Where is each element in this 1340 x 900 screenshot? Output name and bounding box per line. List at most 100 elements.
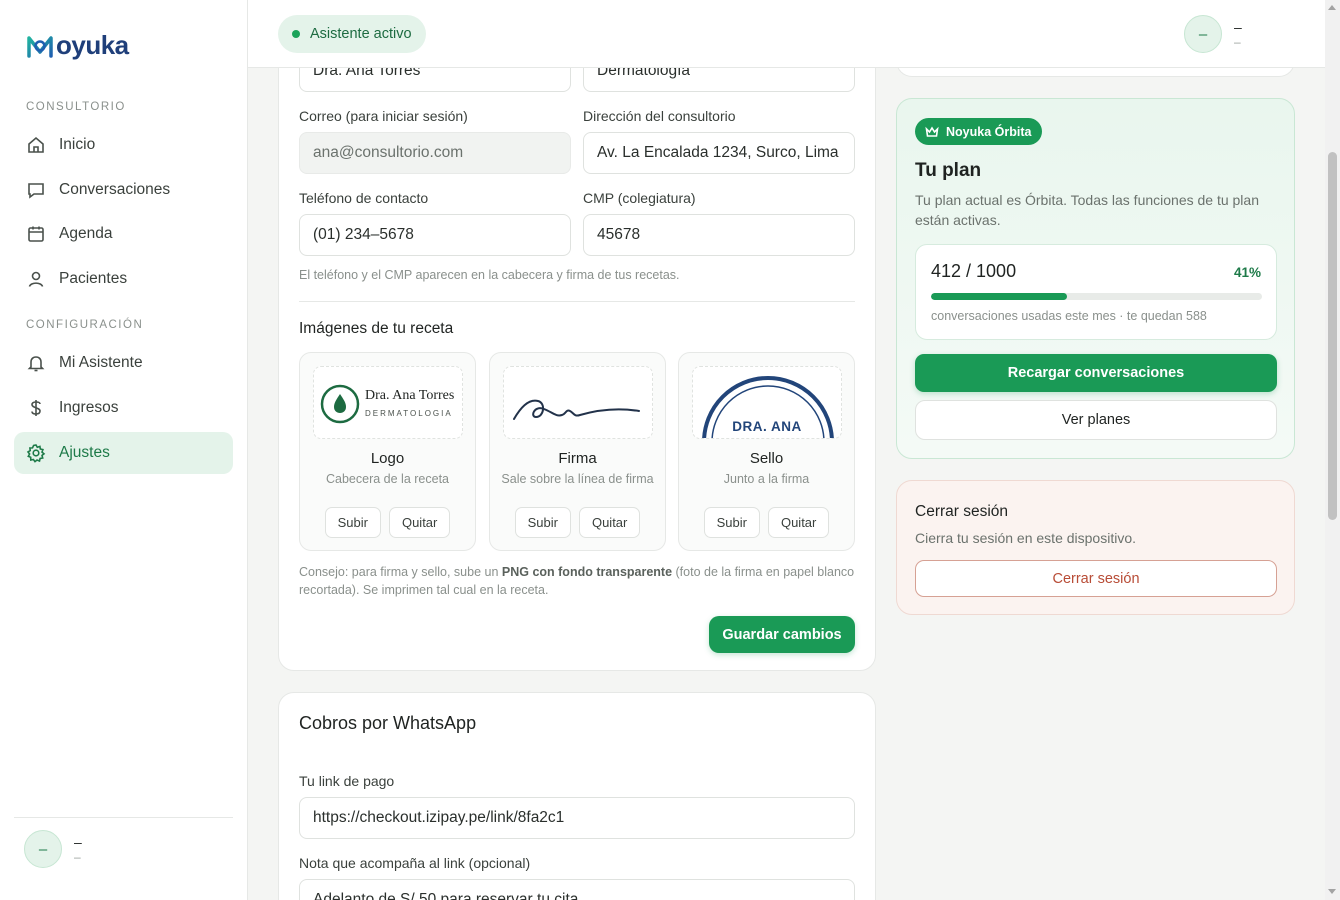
address-label: Dirección del consultorio [583, 108, 736, 124]
image-card-sello: DRA. ANA Sello Junto a la firma Subir Qu… [678, 352, 855, 551]
remove-stamp-button[interactable]: Quitar [767, 507, 830, 538]
assistant-status-badge[interactable]: Asistente activo [278, 15, 426, 53]
image-subtitle: Sale sobre la línea de firma [501, 472, 654, 486]
logout-description: Cierra tu sesión en este dispositivo. [915, 530, 1136, 546]
logo-preview-name: Dra. Ana Torres [365, 388, 455, 403]
sidebar-item-conversaciones[interactable]: Conversaciones [14, 169, 233, 211]
sidebar-item-ingresos[interactable]: Ingresos [14, 387, 233, 429]
save-changes-button[interactable]: Guardar cambios [709, 616, 855, 653]
avatar[interactable]: – [1184, 15, 1222, 53]
user-icon [28, 271, 44, 287]
stamp-preview: DRA. ANA [692, 366, 842, 439]
scroll-down-icon[interactable] [1328, 889, 1336, 894]
image-card-logo: Dra. Ana Torres DERMATOLOGIA Logo Cabece… [299, 352, 476, 551]
sidebar-user[interactable]: – – – [24, 830, 82, 868]
cmp-field[interactable]: 45678 [583, 214, 855, 256]
sidebar-item-pacientes[interactable]: Pacientes [14, 258, 233, 300]
sidebar-item-ajustes[interactable]: Ajustes [14, 432, 233, 474]
remove-logo-button[interactable]: Quitar [388, 507, 451, 538]
usage-progress-bar [931, 293, 1262, 300]
sidebar: oyuka CONSULTORIO Inicio Conversaciones … [0, 0, 248, 900]
scroll-up-icon[interactable] [1328, 5, 1336, 10]
whatsapp-title: Cobros por WhatsApp [299, 713, 477, 733]
plan-description: Tu plan actual es Órbita. Todas las func… [915, 192, 1259, 228]
image-card-firma: Firma Sale sobre la línea de firma Subir… [489, 352, 666, 551]
image-title: Sello [749, 450, 784, 467]
usage-box: 412 / 1000 41% conversaciones usadas est… [915, 244, 1277, 340]
upload-logo-button[interactable]: Subir [324, 507, 381, 538]
sidebar-item-label: Pacientes [59, 270, 128, 287]
topbar: Asistente activo – – – [248, 0, 1325, 68]
sidebar-item-agenda[interactable]: Agenda [14, 213, 233, 255]
payment-link-field[interactable]: https://checkout.izipay.pe/link/8fa2c1 [299, 797, 855, 839]
user-name: – [74, 834, 82, 850]
email-field: ana@consultorio.com [299, 132, 571, 174]
email-label: Correo (para iniciar sesión) [299, 108, 468, 124]
link-note-field[interactable]: Adelanto de S/ 50 para reservar tu cita [299, 879, 855, 900]
link-note-label: Nota que acompaña al link (opcional) [299, 855, 531, 871]
helper-text: El teléfono y el CMP aparecen en la cabe… [299, 268, 680, 282]
user-role: – [1234, 35, 1241, 49]
user-role: – [74, 850, 81, 864]
tip-text: Consejo: para firma y sello, sube un PNG… [299, 565, 855, 597]
signature-icon [513, 399, 640, 420]
images-heading: Imágenes de tu receta [299, 320, 454, 337]
user-name: – [1234, 19, 1242, 35]
plan-badge-label: Noyuka Órbita [946, 124, 1032, 139]
chat-icon [28, 183, 44, 199]
phone-label: Teléfono de contacto [299, 190, 429, 206]
payment-link-label: Tu link de pago [299, 773, 395, 789]
image-subtitle: Cabecera de la receta [326, 472, 449, 486]
plan-badge: Noyuka Órbita [915, 118, 1043, 145]
brand-name: oyuka [56, 30, 129, 60]
sidebar-item-mi-asistente[interactable]: Mi Asistente [14, 342, 233, 384]
remove-signature-button[interactable]: Quitar [578, 507, 641, 538]
home-icon [28, 136, 44, 153]
image-title: Logo [370, 450, 405, 467]
assistant-status-label: Asistente activo [310, 26, 412, 42]
plan-card: Noyuka Órbita Tu plan Tu plan actual es … [896, 98, 1295, 459]
logo-mark-icon [27, 35, 53, 58]
sidebar-divider [14, 817, 233, 818]
signature-preview [503, 366, 653, 439]
status-dot-icon [292, 30, 300, 38]
image-title: Firma [558, 450, 597, 467]
cmp-label: CMP (colegiatura) [583, 190, 696, 206]
logout-card: Cerrar sesión Cierra tu sesión en este d… [896, 480, 1295, 615]
gear-icon [26, 444, 46, 463]
tip-emphasis: PNG con fondo transparente [501, 565, 673, 579]
phone-field[interactable]: (01) 234–5678 [299, 214, 571, 256]
usage-count: 412 / 1000 [931, 261, 1017, 281]
section-divider [299, 301, 855, 302]
logo-preview-specialty: DERMATOLOGIA [365, 409, 453, 418]
upload-stamp-button[interactable]: Subir [703, 507, 760, 538]
logout-title: Cerrar sesión [915, 503, 1009, 520]
scrollbar[interactable] [1325, 0, 1340, 900]
recharge-button[interactable]: Recargar conversaciones [915, 354, 1277, 392]
section-label-configuracion: CONFIGURACIÓN [26, 319, 144, 331]
usage-percent: 41% [1233, 265, 1261, 280]
calendar-icon [28, 226, 44, 242]
crown-icon [925, 125, 939, 137]
bell-icon [27, 356, 45, 372]
stamp-preview-text: DRA. ANA [732, 419, 802, 434]
section-label-consultorio: CONSULTORIO [26, 101, 126, 113]
logout-button[interactable]: Cerrar sesión [915, 560, 1277, 597]
sidebar-item-label: Ingresos [59, 399, 119, 416]
sidebar-item-label: Mi Asistente [59, 354, 143, 371]
sidebar-item-label: Agenda [59, 225, 113, 242]
see-plans-button[interactable]: Ver planes [915, 400, 1277, 440]
sidebar-item-label: Inicio [59, 136, 96, 153]
logo[interactable]: oyuka [26, 30, 129, 61]
logo-preview: Dra. Ana Torres DERMATOLOGIA [313, 366, 463, 439]
sidebar-item-inicio[interactable]: Inicio [14, 124, 233, 166]
usage-note: conversaciones usadas este mes · te qued… [931, 309, 1207, 323]
avatar[interactable]: – [24, 830, 62, 868]
usage-progress-fill [931, 293, 1067, 300]
address-field[interactable]: Av. La Encalada 1234, Surco, Lima [583, 132, 855, 174]
sidebar-item-label: Conversaciones [59, 181, 171, 198]
sidebar-item-label: Ajustes [59, 444, 110, 461]
upload-signature-button[interactable]: Subir [514, 507, 571, 538]
topbar-user[interactable]: – – – [1184, 15, 1242, 53]
scrollbar-thumb[interactable] [1328, 152, 1337, 520]
